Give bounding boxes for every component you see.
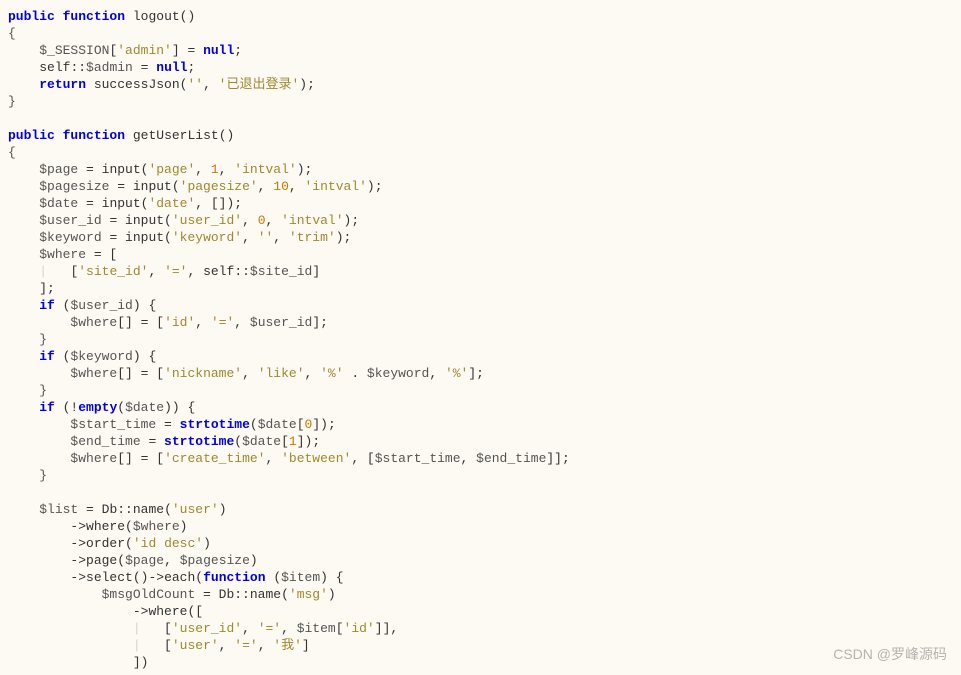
- line: $page = input('page', 1, 'intval');: [8, 162, 312, 177]
- line: $start_time = strtotime($date[0]);: [8, 417, 336, 432]
- line: }: [8, 468, 47, 483]
- code-block: public function logout() { $_SESSION['ad…: [8, 8, 953, 671]
- line: | ['site_id', '=', self::$site_id]: [8, 264, 320, 279]
- line: $_SESSION['admin'] = null;: [8, 43, 242, 58]
- line: public function logout(): [8, 9, 195, 24]
- line: }: [8, 94, 16, 109]
- line: $keyword = input('keyword', '', 'trim');: [8, 230, 351, 245]
- line: ->where($where): [8, 519, 187, 534]
- line: ]): [8, 655, 148, 670]
- line: $where = [: [8, 247, 117, 262]
- blank-line: [8, 485, 16, 500]
- line: if ($user_id) {: [8, 298, 156, 313]
- line: return successJson('', '已退出登录');: [8, 77, 315, 92]
- line: }: [8, 383, 47, 398]
- line: $where[] = ['nickname', 'like', '%' . $k…: [8, 366, 484, 381]
- line: | ['user', '=', '我']: [8, 638, 310, 653]
- line: $list = Db::name('user'): [8, 502, 227, 517]
- line: ->page($page, $pagesize): [8, 553, 258, 568]
- line: ->where([: [8, 604, 203, 619]
- line: if ($keyword) {: [8, 349, 156, 364]
- line: self::$admin = null;: [8, 60, 195, 75]
- line: $msgOldCount = Db::name('msg'): [8, 587, 336, 602]
- line: $where[] = ['id', '=', $user_id];: [8, 315, 328, 330]
- line: $pagesize = input('pagesize', 10, 'intva…: [8, 179, 383, 194]
- line: ->order('id desc'): [8, 536, 211, 551]
- line: public function getUserList(): [8, 128, 234, 143]
- line: ];: [8, 281, 55, 296]
- line: {: [8, 145, 16, 160]
- line: | ['user_id', '=', $item['id']],: [8, 621, 398, 636]
- line: }: [8, 332, 47, 347]
- line: $user_id = input('user_id', 0, 'intval')…: [8, 213, 359, 228]
- line: if (!empty($date)) {: [8, 400, 195, 415]
- blank-line: [8, 111, 16, 126]
- line: ->select()->each(function ($item) {: [8, 570, 344, 585]
- line: $end_time = strtotime($date[1]);: [8, 434, 320, 449]
- line: $where[] = ['create_time', 'between', [$…: [8, 451, 570, 466]
- line: $date = input('date', []);: [8, 196, 242, 211]
- line: {: [8, 26, 16, 41]
